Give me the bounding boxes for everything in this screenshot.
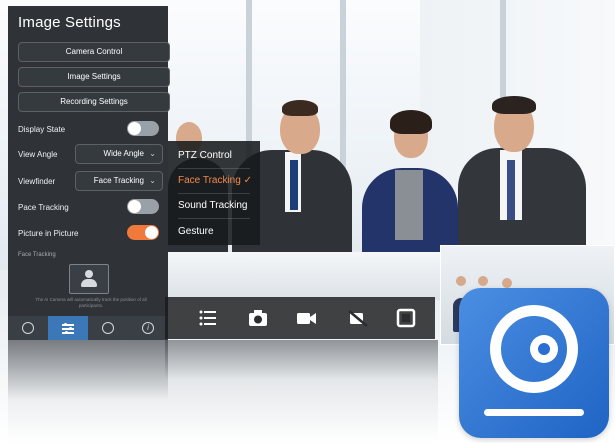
view-angle-value: Wide Angle: [103, 149, 144, 158]
tracking-mode-menu: PTZ Control Face Tracking ✓ Sound Tracki…: [168, 141, 260, 245]
image-settings-button[interactable]: Image Settings: [18, 67, 170, 87]
video-action-bar: [165, 297, 435, 339]
menu-item-ptz-control[interactable]: PTZ Control: [178, 150, 232, 161]
recording-settings-button[interactable]: Recording Settings: [18, 92, 170, 112]
reflection: [8, 340, 438, 443]
tab-bar: i: [8, 316, 168, 340]
pip-toggle[interactable]: [127, 225, 159, 240]
no-video-icon[interactable]: [347, 307, 369, 329]
tab-camera[interactable]: [8, 316, 48, 340]
face-tracking-help-text: The AI Camera will automatically track t…: [35, 297, 147, 308]
chevron-down-icon: ⌄: [149, 176, 156, 185]
menu-item-sound-tracking[interactable]: Sound Tracking: [178, 200, 248, 211]
pace-tracking-label: Pace Tracking: [18, 203, 69, 212]
camera-control-button[interactable]: Camera Control: [18, 42, 170, 62]
panel-title: Image Settings: [18, 14, 121, 31]
info-icon: i: [142, 322, 154, 334]
pip-label: Picture in Picture: [18, 229, 79, 238]
participant-head: [478, 276, 488, 286]
tab-settings[interactable]: [48, 316, 88, 340]
view-angle-label: View Angle: [18, 150, 58, 159]
video-icon[interactable]: [295, 307, 317, 329]
tab-info[interactable]: i: [128, 316, 168, 340]
camera-app-icon[interactable]: [459, 288, 609, 438]
face-tracking-subhead: Face Tracking: [18, 252, 56, 258]
menu-item-gesture[interactable]: Gesture: [178, 226, 214, 237]
checkmark-icon: ✓: [243, 175, 252, 186]
camera-lens-icon: [22, 322, 34, 334]
chevron-down-icon: ⌄: [149, 149, 156, 158]
sliders-icon: [62, 322, 74, 334]
display-state-toggle[interactable]: [127, 121, 159, 136]
tab-tracking[interactable]: [88, 316, 128, 340]
participant-head: [502, 278, 512, 288]
menu-item-label: Face Tracking: [178, 175, 241, 186]
target-icon: [102, 322, 114, 334]
display-state-label: Display State: [18, 125, 66, 134]
camera-icon[interactable]: [247, 307, 269, 329]
menu-icon[interactable]: [197, 307, 219, 329]
pace-tracking-toggle[interactable]: [127, 199, 159, 214]
view-angle-select[interactable]: Wide Angle ⌄: [75, 144, 163, 164]
fullscreen-icon[interactable]: [395, 307, 417, 329]
viewfinder-select[interactable]: Face Tracking ⌄: [75, 171, 163, 191]
viewfinder-label: Viewfinder: [18, 177, 56, 186]
menu-item-face-tracking[interactable]: Face Tracking ✓: [178, 175, 252, 186]
face-tracking-avatar-icon: [69, 264, 109, 294]
viewfinder-value: Face Tracking: [93, 176, 144, 185]
settings-panel: Image Settings Camera Control Image Sett…: [8, 6, 170, 340]
participant-head: [456, 276, 466, 286]
